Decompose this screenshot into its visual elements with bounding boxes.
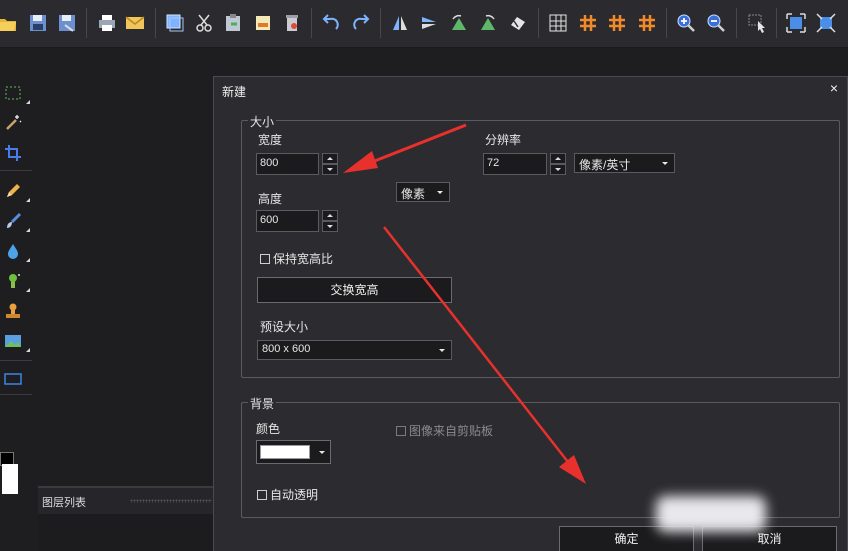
main-toolbar: [0, 0, 848, 48]
preset-label: 预设大小: [260, 320, 309, 334]
spray-icon[interactable]: [2, 270, 30, 292]
size-group-legend: 大小: [248, 113, 277, 130]
save-icon[interactable]: [27, 12, 49, 34]
flip-horizontal-icon[interactable]: [418, 12, 440, 34]
dialog-title: 新建: [222, 85, 247, 99]
copy-layer-icon[interactable]: [164, 12, 186, 34]
background-group-legend: 背景: [248, 395, 277, 412]
dialog-body: 大小 宽度 800 像素 高度 600 保持宽高比 交换宽高 预设大小 800 …: [214, 101, 847, 551]
unit-select-value: 像素: [401, 187, 426, 201]
magic-wand-icon[interactable]: [2, 112, 24, 134]
auto-transparent-checkbox[interactable]: 自动透明: [257, 486, 318, 503]
fit-window-icon[interactable]: [785, 12, 807, 34]
checkbox-box[interactable]: [396, 425, 406, 436]
height-stepper[interactable]: [322, 210, 338, 232]
save-as-icon[interactable]: [56, 12, 78, 34]
undo-icon[interactable]: [320, 12, 342, 34]
layer-panel-title: 图层列表: [42, 497, 86, 509]
background-color-picker[interactable]: [256, 440, 331, 464]
drop-icon[interactable]: [2, 240, 30, 262]
close-icon[interactable]: ×: [827, 81, 841, 95]
resolution-unit-value: 像素/英寸: [579, 158, 631, 172]
redacted-patch: [656, 496, 766, 532]
rotate-right-icon[interactable]: [477, 12, 499, 34]
rotate-left-icon[interactable]: [448, 12, 470, 34]
cut-icon[interactable]: [193, 12, 215, 34]
stamp-icon[interactable]: [2, 300, 24, 322]
hash-grid-2-icon[interactable]: [606, 12, 628, 34]
keep-ratio-checkbox[interactable]: 保持宽高比: [260, 250, 333, 267]
rectangle-icon[interactable]: [2, 368, 24, 390]
actual-size-icon[interactable]: [815, 12, 837, 34]
clipboard-label: 图像来自剪贴板: [409, 424, 494, 438]
layer-list: [38, 514, 214, 551]
paste-icon[interactable]: [222, 12, 244, 34]
size-group: 大小 宽度 800 像素 高度 600 保持宽高比 交换宽高 预设大小 800 …: [241, 113, 840, 378]
brush-icon[interactable]: [2, 210, 30, 232]
crop-icon[interactable]: [2, 142, 24, 164]
pointer-icon[interactable]: [747, 12, 769, 34]
width-stepper[interactable]: [322, 153, 338, 175]
swap-dimensions-button[interactable]: 交换宽高: [257, 277, 452, 303]
height-label: 高度: [258, 192, 283, 206]
flip-vertical-icon[interactable]: [389, 12, 411, 34]
resolution-label: 分辨率: [485, 133, 522, 147]
resolution-unit-select[interactable]: 像素/英寸: [574, 153, 675, 173]
checkbox-box[interactable]: [260, 253, 270, 264]
height-input[interactable]: 600: [256, 210, 319, 232]
resolution-stepper[interactable]: [550, 153, 566, 175]
color-swatch: [260, 445, 310, 459]
paste-new-icon[interactable]: [252, 12, 274, 34]
clear-icon[interactable]: [281, 12, 303, 34]
pencil-icon[interactable]: [2, 180, 30, 202]
preset-select[interactable]: 800 x 600: [257, 340, 452, 360]
zoom-in-icon[interactable]: [675, 12, 697, 34]
color-label: 颜色: [256, 422, 281, 436]
canvas-workspace: [38, 48, 214, 481]
panel-grip[interactable]: [130, 499, 212, 503]
auto-transparent-label: 自动透明: [270, 488, 319, 502]
clipboard-checkbox[interactable]: 图像来自剪贴板: [396, 422, 493, 439]
tool-strip: [0, 48, 36, 551]
rotate-free-icon[interactable]: [507, 12, 529, 34]
email-icon[interactable]: [124, 12, 146, 34]
hash-grid-3-icon[interactable]: [636, 12, 658, 34]
print-icon[interactable]: [96, 12, 118, 34]
layer-panel: 图层列表: [38, 486, 214, 551]
open-folder-icon[interactable]: [0, 12, 18, 34]
redo-icon[interactable]: [350, 12, 372, 34]
keep-ratio-label: 保持宽高比: [273, 252, 334, 266]
marquee-icon[interactable]: [2, 82, 30, 104]
resolution-input[interactable]: 72: [483, 153, 547, 175]
width-label: 宽度: [258, 133, 283, 147]
checkbox-box[interactable]: [257, 489, 267, 500]
background-color-swatch[interactable]: [2, 464, 18, 494]
unit-select[interactable]: 像素: [396, 182, 450, 202]
zoom-out-icon[interactable]: [705, 12, 727, 34]
width-input[interactable]: 800: [256, 153, 319, 175]
new-image-dialog: 新建 × 大小 宽度 800 像素 高度 600 保持宽高比 交换宽高 预设大小…: [213, 76, 848, 551]
grid-icon[interactable]: [547, 12, 569, 34]
hash-grid-icon[interactable]: [577, 12, 599, 34]
preset-select-value: 800 x 600: [262, 343, 311, 355]
image-icon[interactable]: [2, 330, 30, 352]
